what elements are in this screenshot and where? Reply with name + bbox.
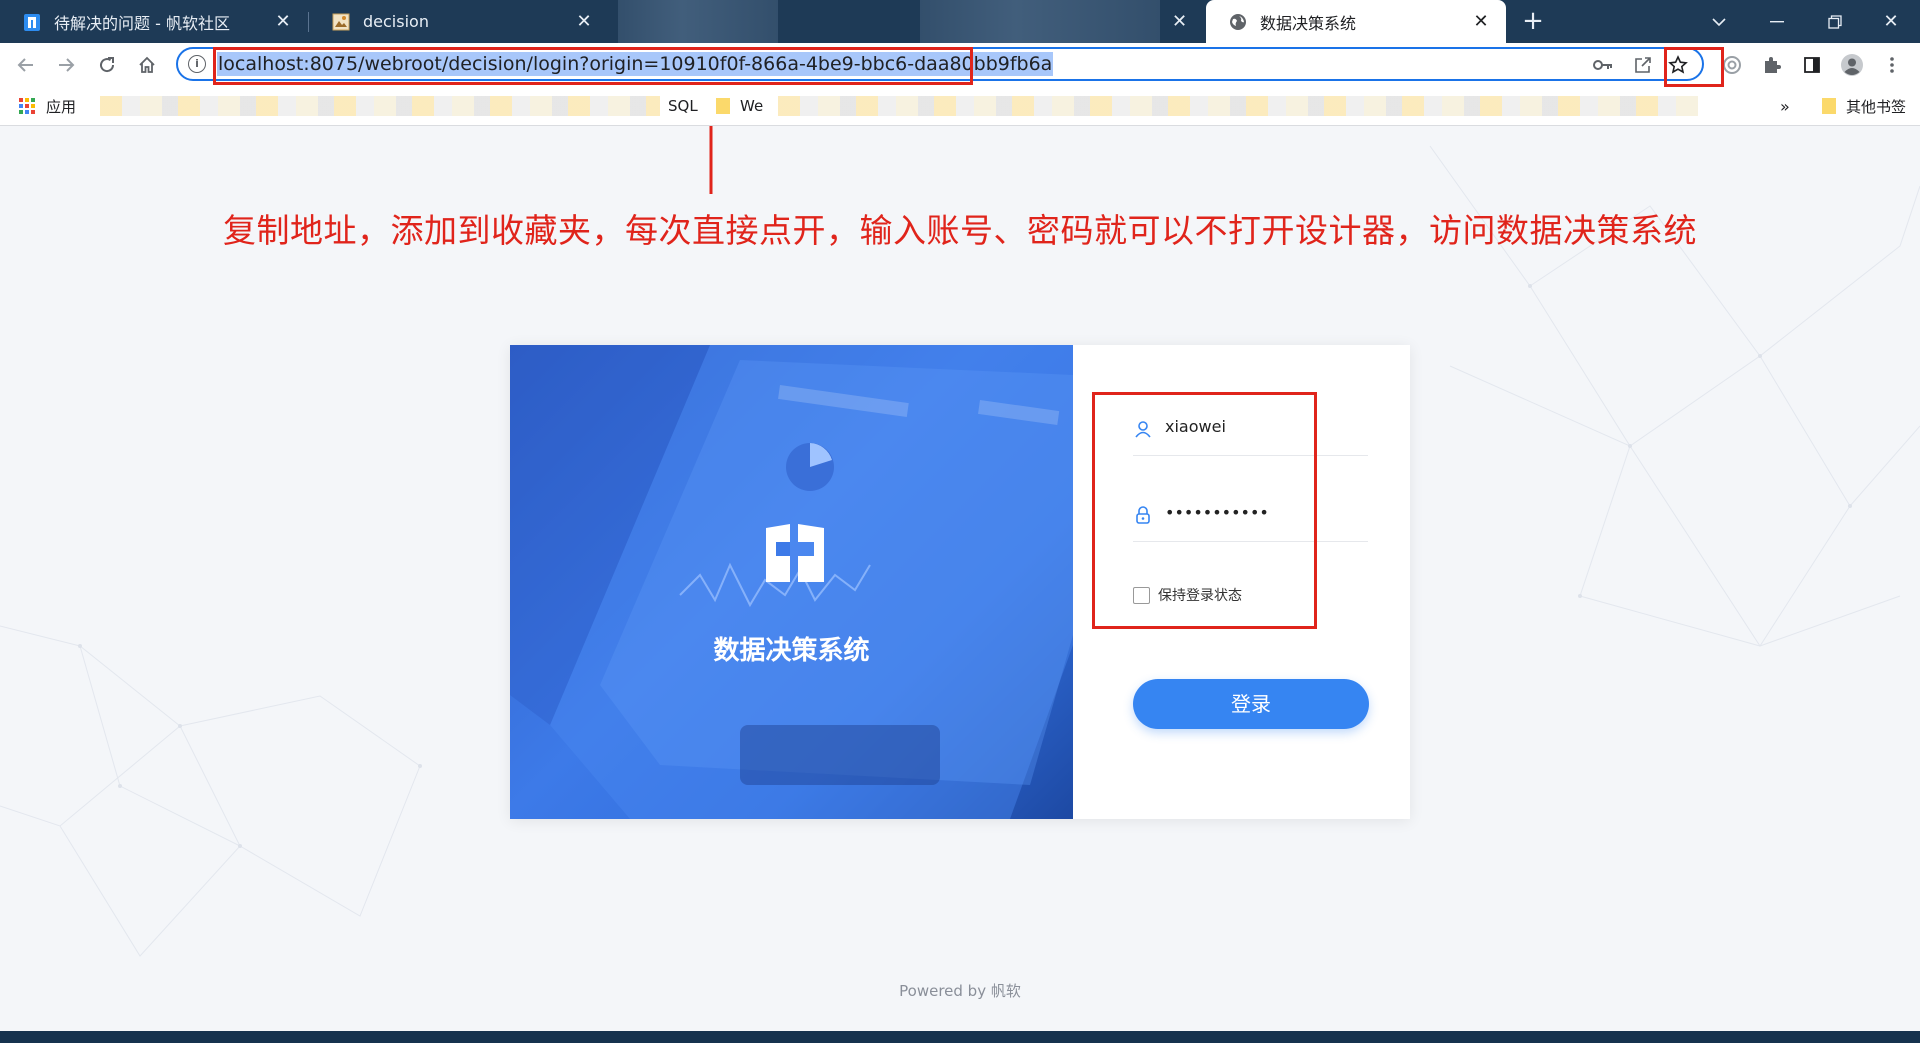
tab-title: 待解决的问题 - 帆软社区 xyxy=(54,13,230,33)
folder-icon xyxy=(1822,98,1836,114)
fanruan-logo-icon xyxy=(22,12,42,32)
blurred-bookmarks[interactable] xyxy=(100,96,660,116)
close-tab-icon[interactable]: ✕ xyxy=(1172,0,1187,43)
blurred-tab[interactable] xyxy=(920,0,1160,43)
bookmark-we-label: We xyxy=(740,97,764,115)
reload-icon[interactable] xyxy=(91,49,123,81)
close-tab-icon[interactable]: ✕ xyxy=(571,11,597,32)
blurred-bookmarks[interactable] xyxy=(778,96,1698,116)
close-window-icon[interactable]: ✕ xyxy=(1862,0,1920,43)
new-tab-icon[interactable]: + xyxy=(1518,6,1548,36)
login-page: 复制地址，添加到收藏夹，每次直接点开，输入账号、密码就可以不打开设计器，访问数据… xyxy=(0,126,1920,1031)
login-button[interactable]: 登录 xyxy=(1133,679,1369,729)
bookmark-sql[interactable]: SQL xyxy=(668,86,698,126)
bookmark-sql-label: SQL xyxy=(668,97,698,115)
bookmark-other-label: 其他书签 xyxy=(1846,97,1907,116)
minimize-icon[interactable] xyxy=(1748,0,1806,43)
bookmark-we[interactable]: We xyxy=(716,86,763,126)
close-tab-icon[interactable]: ✕ xyxy=(1468,11,1494,32)
bookmark-other[interactable]: 其他书签 xyxy=(1822,86,1906,126)
tab-fanruan-community[interactable]: 待解决的问题 - 帆软社区 ✕ xyxy=(0,0,308,43)
blurred-tab[interactable] xyxy=(618,0,778,43)
back-icon[interactable] xyxy=(10,49,42,81)
image-icon xyxy=(331,12,351,32)
tab-title: decision xyxy=(363,12,429,31)
folder-icon xyxy=(716,98,730,114)
annotation-arrow-icon xyxy=(709,126,713,194)
tab-strip: 待解决的问题 - 帆软社区 ✕ decision ✕ ✕ 数据决策系统 ✕ + … xyxy=(0,0,1920,43)
profile-avatar-icon[interactable] xyxy=(1836,49,1868,81)
brand-title: 数据决策系统 xyxy=(713,636,870,666)
login-hero-panel: 数据决策系统 xyxy=(510,345,1073,819)
bookmark-apps-label: 应用 xyxy=(46,97,77,116)
globe-icon xyxy=(1228,12,1248,32)
share-icon[interactable] xyxy=(1630,53,1656,77)
powered-by-footer: Powered by 帆软 xyxy=(899,982,1021,1000)
annotation-box-bookmark-star xyxy=(1664,47,1724,87)
close-tab-icon[interactable]: ✕ xyxy=(270,11,296,32)
forward-icon[interactable] xyxy=(50,49,82,81)
home-icon[interactable] xyxy=(131,49,163,81)
bookmarks-bar: 应用 SQL We » 其他书签 xyxy=(0,86,1920,126)
bookmark-apps[interactable]: 应用 xyxy=(18,86,76,126)
side-panel-icon[interactable] xyxy=(1796,49,1828,81)
annotation-box-credentials xyxy=(1092,392,1317,629)
key-icon[interactable] xyxy=(1590,53,1616,77)
extensions-puzzle-icon[interactable] xyxy=(1756,49,1788,81)
annotation-box-address xyxy=(213,47,973,85)
tab-decision[interactable]: decision ✕ xyxy=(309,0,609,43)
tab-data-decision-system[interactable]: 数据决策系统 ✕ xyxy=(1206,0,1506,43)
tab-search-chevron-icon[interactable] xyxy=(1690,0,1748,43)
apps-grid-icon xyxy=(19,98,35,114)
more-bookmarks-chevron[interactable]: » xyxy=(1780,86,1790,126)
menu-kebab-icon[interactable] xyxy=(1876,49,1908,81)
site-info-icon[interactable]: i xyxy=(188,55,206,73)
fanruan-logo-icon xyxy=(766,524,824,582)
annotation-text: 复制地址，添加到收藏夹，每次直接点开，输入账号、密码就可以不打开设计器，访问数据… xyxy=(223,211,1697,250)
taskbar xyxy=(0,1031,1920,1043)
restore-icon[interactable] xyxy=(1806,0,1864,43)
tab-title: 数据决策系统 xyxy=(1260,13,1357,33)
